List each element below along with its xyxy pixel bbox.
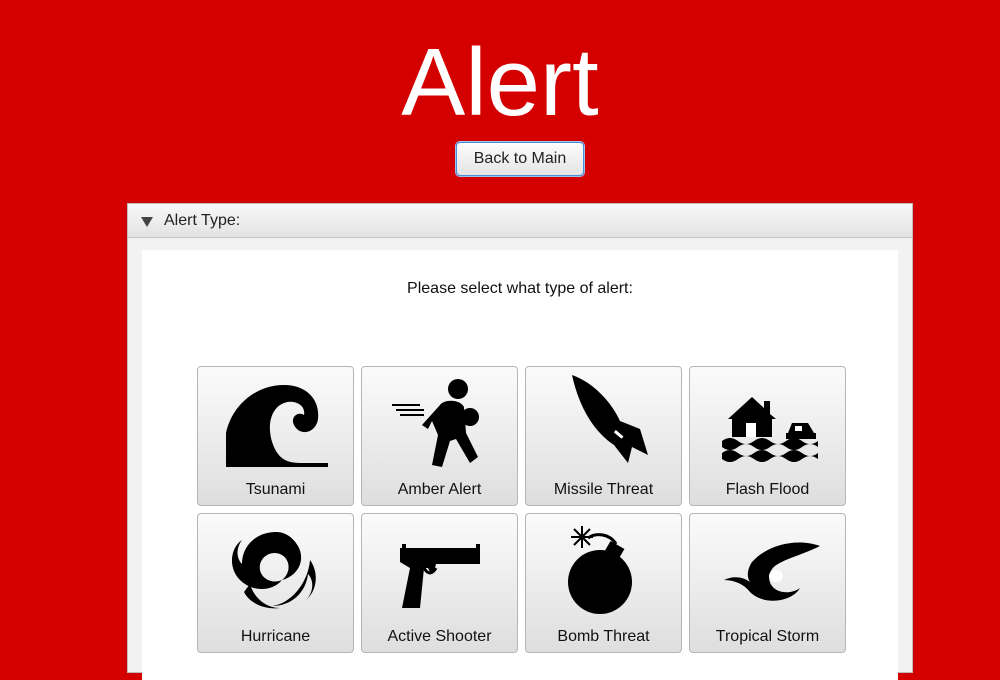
amber-alert-icon <box>380 371 500 475</box>
tsunami-icon <box>216 371 336 475</box>
alert-option-label: Flash Flood <box>725 481 810 498</box>
tropical-storm-icon <box>708 518 828 622</box>
alert-option-hurricane[interactable]: Hurricane <box>197 513 354 653</box>
alert-option-tropical-storm[interactable]: Tropical Storm <box>689 513 846 653</box>
alert-option-label: Hurricane <box>240 628 311 645</box>
alert-option-tsunami[interactable]: Tsunami <box>197 366 354 506</box>
alert-option-active-shooter[interactable]: Active Shooter <box>361 513 518 653</box>
alert-type-pane: Alert Type: Please select what type of a… <box>127 203 913 680</box>
alert-option-label: Tropical Storm <box>715 628 820 645</box>
alert-type-grid: Tsunami Amber Alert Missile Threat Flash… <box>197 366 846 653</box>
missile-icon <box>544 371 664 475</box>
alert-option-label: Active Shooter <box>387 628 492 645</box>
handgun-icon <box>380 518 500 622</box>
alert-type-pane-title: Alert Type: <box>164 211 241 229</box>
flash-flood-icon <box>708 371 828 475</box>
alert-option-bomb-threat[interactable]: Bomb Threat <box>525 513 682 653</box>
triangle-down-icon <box>140 215 154 227</box>
alert-type-pane-body: Please select what type of alert: Tsunam… <box>142 250 898 680</box>
alert-option-label: Tsunami <box>245 481 306 498</box>
page-title: Alert <box>401 29 599 136</box>
bomb-icon <box>544 518 664 622</box>
back-to-main-button[interactable]: Back to Main <box>456 142 584 176</box>
alert-option-label: Missile Threat <box>553 481 654 498</box>
alert-option-missile-threat[interactable]: Missile Threat <box>525 366 682 506</box>
alert-option-label: Amber Alert <box>397 481 482 498</box>
alert-option-amber-alert[interactable]: Amber Alert <box>361 366 518 506</box>
select-alert-prompt: Please select what type of alert: <box>407 280 633 297</box>
alert-type-pane-header[interactable]: Alert Type: <box>128 204 912 238</box>
alert-option-flash-flood[interactable]: Flash Flood <box>689 366 846 506</box>
hurricane-icon <box>216 518 336 622</box>
alert-option-label: Bomb Threat <box>557 628 650 645</box>
